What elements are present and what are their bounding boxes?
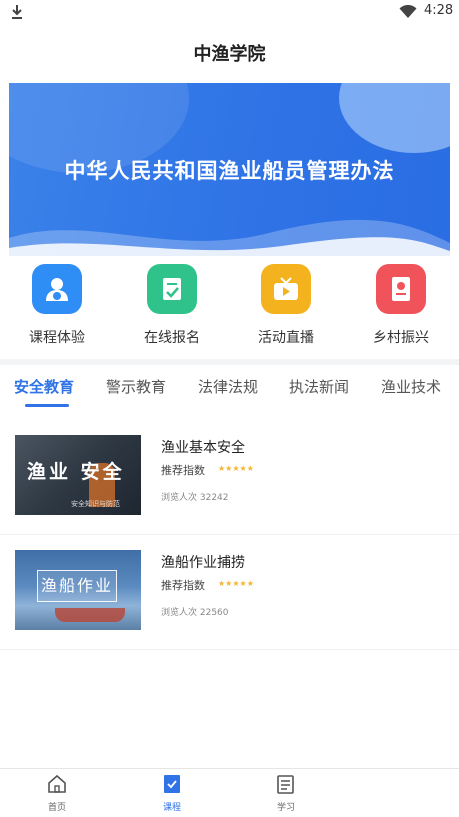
quick-link-course-trial[interactable]: 课程体验 bbox=[7, 264, 107, 347]
nav-label: 学习 bbox=[276, 803, 295, 813]
banner[interactable]: 中华人民共和国渔业船员管理办法 bbox=[9, 83, 450, 256]
course-item[interactable]: 渔业 安全 安全知识与防范 渔业基本安全 推荐指数 ★★★★★ 浏览人次 322… bbox=[0, 420, 459, 535]
nav-study[interactable]: 学习 bbox=[256, 773, 316, 813]
quick-link-online-signup[interactable]: 在线报名 bbox=[122, 264, 222, 347]
thumbnail-text: 渔船作业 bbox=[37, 570, 117, 602]
download-icon bbox=[12, 5, 22, 19]
tab-safety-education[interactable]: 安全教育 bbox=[14, 376, 74, 397]
live-broadcast-icon bbox=[261, 264, 311, 314]
rural-revitalization-icon bbox=[376, 264, 426, 314]
course-icon bbox=[164, 775, 180, 793]
nav-home[interactable]: 首页 bbox=[27, 773, 87, 813]
quick-link-label: 活动直播 bbox=[258, 330, 314, 346]
nav-label: 课程 bbox=[162, 803, 181, 813]
banner-decoration bbox=[339, 83, 450, 153]
thumbnail-text: 渔业 安全 bbox=[27, 461, 125, 483]
course-thumbnail: 渔船作业 bbox=[15, 550, 141, 630]
course-item[interactable]: 渔船作业 渔船作业捕捞 推荐指数 ★★★★★ 浏览人次 22560 bbox=[0, 535, 459, 650]
quick-links: 课程体验 在线报名 活动直播 乡村振兴 bbox=[0, 262, 459, 357]
tab-laws-regulations[interactable]: 法律法规 bbox=[198, 376, 258, 397]
section-divider bbox=[0, 359, 459, 365]
course-title: 渔船作业捕捞 bbox=[161, 555, 245, 571]
tab-fishery-technology[interactable]: 渔业技术 bbox=[381, 376, 441, 397]
quick-link-live-broadcast[interactable]: 活动直播 bbox=[236, 264, 336, 347]
study-icon bbox=[277, 775, 294, 794]
quick-link-label: 课程体验 bbox=[29, 330, 85, 346]
wifi-icon bbox=[399, 5, 417, 18]
quick-link-label: 乡村振兴 bbox=[373, 330, 429, 346]
active-tab-indicator bbox=[25, 404, 69, 407]
course-title: 渔业基本安全 bbox=[161, 440, 245, 456]
rating-stars: ★★★★★ bbox=[218, 464, 254, 473]
status-time: 4:28 bbox=[424, 3, 454, 18]
home-icon bbox=[48, 774, 66, 793]
course-trial-icon bbox=[32, 264, 82, 314]
rating-label: 推荐指数 bbox=[161, 579, 205, 592]
online-signup-icon bbox=[147, 264, 197, 314]
thumbnail-ship bbox=[55, 608, 125, 622]
course-thumbnail: 渔业 安全 安全知识与防范 bbox=[15, 435, 141, 515]
tab-enforcement-news[interactable]: 执法新闻 bbox=[289, 376, 349, 397]
category-tabs: 安全教育 警示教育 法律法规 执法新闻 渔业技术 bbox=[0, 372, 459, 412]
view-count: 浏览人次 22560 bbox=[161, 608, 229, 618]
quick-link-rural-revitalization[interactable]: 乡村振兴 bbox=[351, 264, 451, 347]
tab-warning-education[interactable]: 警示教育 bbox=[106, 376, 166, 397]
quick-link-label: 在线报名 bbox=[144, 330, 200, 346]
thumbnail-subtext: 安全知识与防范 bbox=[71, 500, 120, 508]
view-count: 浏览人次 32242 bbox=[161, 493, 229, 503]
page-title: 中渔学院 bbox=[193, 44, 266, 65]
rating-label: 推荐指数 bbox=[161, 464, 205, 477]
status-bar: 4:28 bbox=[0, 0, 459, 24]
banner-headline: 中华人民共和国渔业船员管理办法 bbox=[64, 159, 395, 183]
nav-label: 首页 bbox=[47, 803, 66, 813]
banner-wave bbox=[9, 219, 450, 256]
rating-stars: ★★★★★ bbox=[218, 579, 254, 588]
nav-course[interactable]: 课程 bbox=[142, 773, 202, 813]
bottom-nav: 首页 课程 学习 bbox=[0, 768, 459, 817]
